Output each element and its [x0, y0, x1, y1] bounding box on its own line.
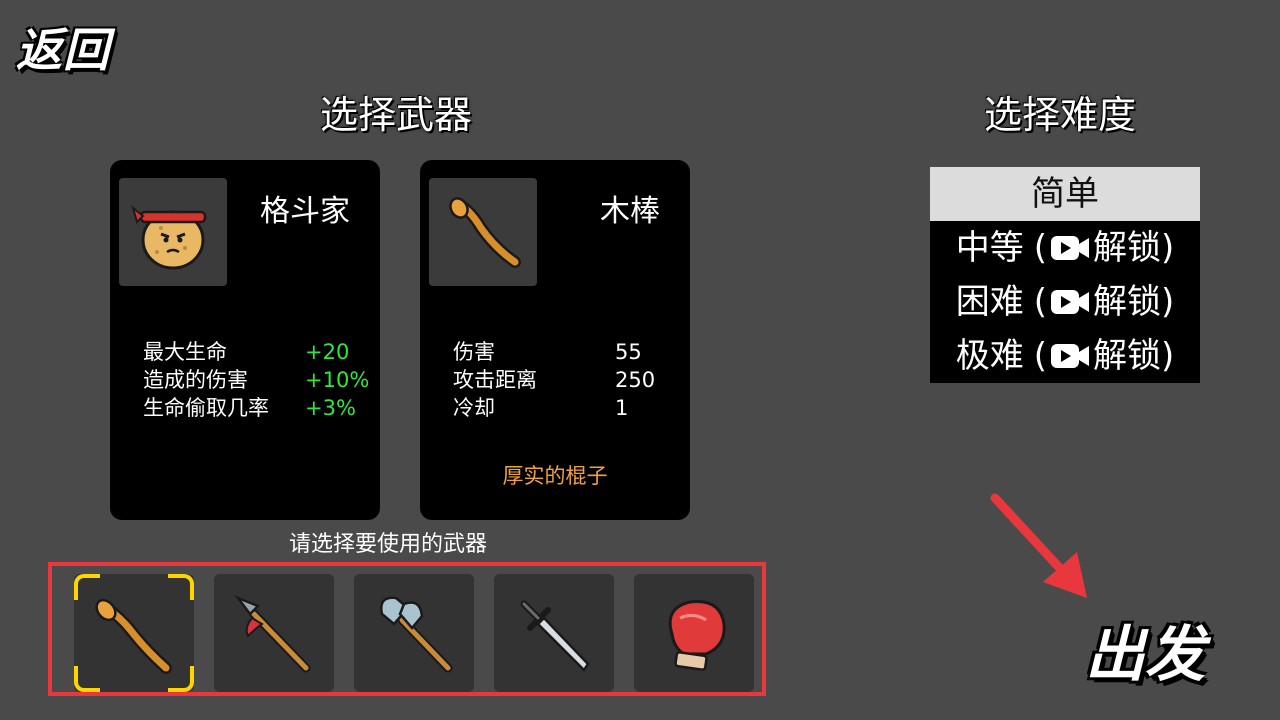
stat-row: 最大生命 +20: [143, 338, 369, 366]
difficulty-list: 简单 中等 ( 解锁) 困难 ( 解锁) 极难 ( 解锁): [930, 167, 1200, 383]
spear-icon: [234, 595, 311, 673]
weapon-select-hint: 请选择要使用的武器: [289, 532, 488, 557]
weapon-section-title: 选择武器: [320, 93, 473, 137]
character-stats: 最大生命 +20 造成的伤害 +10% 生命偷取几率 +3%: [143, 338, 369, 422]
brawler-potato-icon: [131, 205, 207, 270]
character-name: 格斗家: [260, 194, 350, 229]
wooden-club-icon: [449, 197, 521, 268]
weapon-slot-sword[interactable]: [494, 574, 614, 692]
arrow-down-right-icon: [990, 493, 1087, 598]
stat-row: 攻击距离 250: [453, 366, 655, 394]
boxing-glove-icon: [668, 599, 726, 671]
difficulty-option-easy[interactable]: 简单: [930, 167, 1200, 221]
weapon-name: 木棒: [600, 194, 660, 229]
stat-label: 攻击距离: [453, 368, 537, 392]
unlock-label: 解锁): [1093, 282, 1175, 322]
unlock-label: 解锁): [1093, 336, 1175, 376]
difficulty-label: 极难: [955, 336, 1024, 376]
video-ad-icon: [1051, 236, 1089, 260]
stat-label: 生命偷取几率: [143, 396, 269, 420]
weapon-selection-bar: [48, 562, 766, 696]
back-button[interactable]: 返回: [16, 14, 110, 80]
lock-paren: (: [1033, 336, 1047, 376]
stat-value: 1: [615, 396, 629, 420]
stat-value: +20: [305, 340, 350, 364]
weapon-slot-club[interactable]: [74, 574, 194, 692]
weapon-description: 厚实的棍子: [502, 464, 608, 488]
weapon-card: 木棒 伤害 55 攻击距离 250 冷却 1 厚实的棍子: [420, 160, 690, 520]
stat-value: 55: [615, 340, 642, 364]
difficulty-option-extreme[interactable]: 极难 ( 解锁): [930, 329, 1200, 383]
stat-row: 生命偷取几率 +3%: [143, 394, 369, 422]
difficulty-option-hard[interactable]: 困难 ( 解锁): [930, 275, 1200, 329]
difficulty-label: 中等: [955, 228, 1024, 268]
battle-axe-icon: [380, 596, 453, 673]
sword-icon: [520, 600, 590, 672]
difficulty-section-title: 选择难度: [984, 93, 1137, 137]
stat-row: 冷却 1: [453, 394, 655, 422]
stat-label: 造成的伤害: [143, 368, 248, 392]
difficulty-label: 简单: [1031, 174, 1099, 214]
character-card: 格斗家 最大生命 +20 造成的伤害 +10% 生命偷取几率 +3%: [110, 160, 380, 520]
stat-value: +3%: [305, 396, 356, 420]
weapon-stats: 伤害 55 攻击距离 250 冷却 1: [453, 338, 655, 422]
video-ad-icon: [1051, 290, 1089, 314]
stat-value: 250: [615, 368, 656, 392]
weapon-slot-axe[interactable]: [354, 574, 474, 692]
stat-label: 最大生命: [143, 340, 227, 364]
stat-label: 冷却: [453, 396, 495, 420]
video-ad-icon: [1051, 344, 1089, 368]
weapon-slot-spear[interactable]: [214, 574, 334, 692]
stat-row: 伤害 55: [453, 338, 655, 366]
character-portrait: [119, 178, 227, 286]
stat-value: +10%: [305, 368, 370, 392]
start-button[interactable]: 出发: [1085, 606, 1205, 693]
stat-label: 伤害: [453, 340, 495, 364]
wooden-club-icon: [95, 598, 172, 674]
weapon-portrait: [429, 178, 537, 286]
difficulty-option-medium[interactable]: 中等 ( 解锁): [930, 221, 1200, 275]
unlock-label: 解锁): [1093, 228, 1175, 268]
lock-paren: (: [1033, 228, 1047, 268]
weapon-slot-boxing-glove[interactable]: [634, 574, 754, 692]
stat-row: 造成的伤害 +10%: [143, 366, 369, 394]
lock-paren: (: [1033, 282, 1047, 322]
difficulty-label: 困难: [955, 282, 1024, 322]
